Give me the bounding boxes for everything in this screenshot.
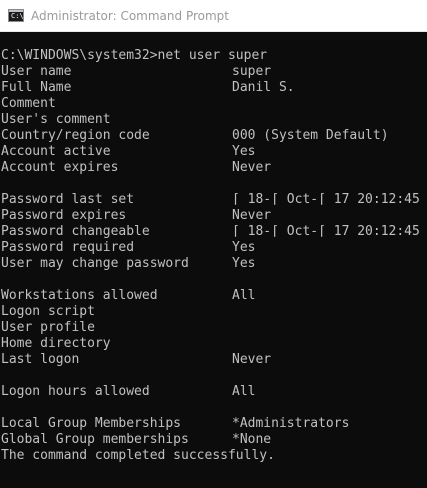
output-row: User may change password Yes	[0, 256, 427, 272]
field-label: Last logon	[1, 352, 80, 367]
field-label: User name	[1, 64, 72, 79]
window-title: Administrator: Command Prompt	[31, 9, 229, 23]
field-label: Password required	[1, 240, 135, 255]
output-row: Workstations allowed All	[0, 288, 427, 304]
output-row: Password last set ⌈ 18-⌈ Oct-⌈ 17 20:12:4…	[0, 192, 427, 208]
output-row: Global Group memberships *None	[0, 432, 427, 448]
command-prompt-icon: C:\	[8, 9, 24, 22]
output-row: Password changeable ⌈ 18-⌈ Oct-⌈ 17 20:12…	[0, 224, 427, 240]
field-label: Password changeable	[1, 224, 150, 239]
command-text: C:\WINDOWS\system32>net user super	[1, 48, 268, 63]
field-value: *Administrators	[232, 416, 350, 431]
field-label: Full Name	[1, 80, 72, 95]
field-label: Home directory	[1, 336, 111, 351]
field-value: ⌈ 18-⌈ Oct-⌈ 17 20:12:45	[232, 192, 420, 207]
field-value: Never	[232, 352, 272, 367]
output-row: Home directory	[0, 336, 427, 352]
field-value: Yes	[232, 144, 256, 159]
command-line: C:\WINDOWS\system32>net user super	[0, 48, 427, 64]
output-row: Last logon Never	[0, 352, 427, 368]
output-row: Logon hours allowed All	[0, 384, 427, 400]
output-row: User profile	[0, 320, 427, 336]
output-row	[0, 368, 427, 384]
field-value: All	[232, 384, 256, 399]
output-row	[0, 272, 427, 288]
field-label: Account expires	[1, 160, 119, 175]
output-row: Logon script	[0, 304, 427, 320]
field-label: User's comment	[1, 112, 111, 127]
field-label: Account active	[1, 144, 111, 159]
field-label: Password last set	[1, 192, 135, 207]
output-row: User name super	[0, 64, 427, 80]
command-prompt-icon-glyph: C:\	[11, 12, 24, 20]
field-value: ⌈ 18-⌈ Oct-⌈ 17 20:12:45	[232, 224, 420, 239]
field-label: User profile	[1, 320, 95, 335]
title-bar[interactable]: C:\ Administrator: Command Prompt	[0, 0, 427, 32]
output-row	[0, 400, 427, 416]
output-row: Country/region code 000 (System Default)	[0, 128, 427, 144]
field-value: *None	[232, 432, 272, 447]
field-label: Workstations allowed	[1, 288, 158, 303]
field-label: Comment	[1, 96, 56, 111]
console-output[interactable]: C:\WINDOWS\system32>net user super User …	[0, 48, 427, 488]
output-row: Full Name Danil S.	[0, 80, 427, 96]
output-row: Comment	[0, 96, 427, 112]
field-value: Yes	[232, 256, 256, 271]
completion-message: The command completed successfully.	[1, 448, 275, 463]
output-row: Account expires Never	[0, 160, 427, 176]
completion-line: The command completed successfully.	[0, 448, 427, 464]
output-row	[0, 176, 427, 192]
field-value: Never	[232, 160, 272, 175]
field-value: Never	[232, 208, 272, 223]
output-row: Local Group Memberships *Administrators	[0, 416, 427, 432]
output-row: Password expires Never	[0, 208, 427, 224]
output-row: Password required Yes	[0, 240, 427, 256]
output-row: User's comment	[0, 112, 427, 128]
field-label: User may change password	[1, 256, 189, 271]
field-label: Logon hours allowed	[1, 384, 150, 399]
output-row: Account active Yes	[0, 144, 427, 160]
field-value: 000 (System Default)	[232, 128, 389, 143]
field-label: Logon script	[1, 304, 95, 319]
field-label: Local Group Memberships	[1, 416, 182, 431]
field-label: Global Group memberships	[1, 432, 189, 447]
field-label: Country/region code	[1, 128, 150, 143]
command-prompt-window: C:\ Administrator: Command Prompt C:\WIN…	[0, 0, 427, 488]
field-value: Danil S.	[232, 80, 295, 95]
field-value: Yes	[232, 240, 256, 255]
field-value: super	[232, 64, 272, 79]
field-label: Password expires	[1, 208, 127, 223]
field-value: All	[232, 288, 256, 303]
